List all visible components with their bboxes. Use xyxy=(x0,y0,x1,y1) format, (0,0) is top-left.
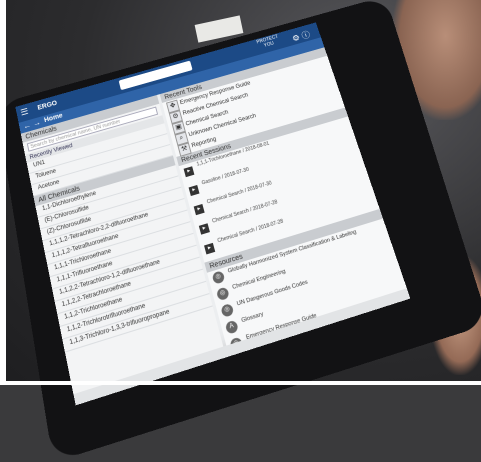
protect-line-2: YOU xyxy=(263,40,275,49)
glossary-icon: A xyxy=(224,319,239,335)
session-icon: ▸ xyxy=(188,184,200,197)
session-icon: ▸ xyxy=(198,223,210,235)
session-icon: ▸ xyxy=(204,242,216,255)
engineering-icon: ◎ xyxy=(215,286,230,302)
menu-icon[interactable]: ☰ xyxy=(20,106,29,117)
codes-icon: ◎ xyxy=(220,302,235,318)
session-icon: ▸ xyxy=(183,166,195,178)
ghs-icon: ◎ xyxy=(211,270,226,285)
session-icon: ▸ xyxy=(193,203,205,216)
app-brand: ERGO xyxy=(37,100,58,112)
